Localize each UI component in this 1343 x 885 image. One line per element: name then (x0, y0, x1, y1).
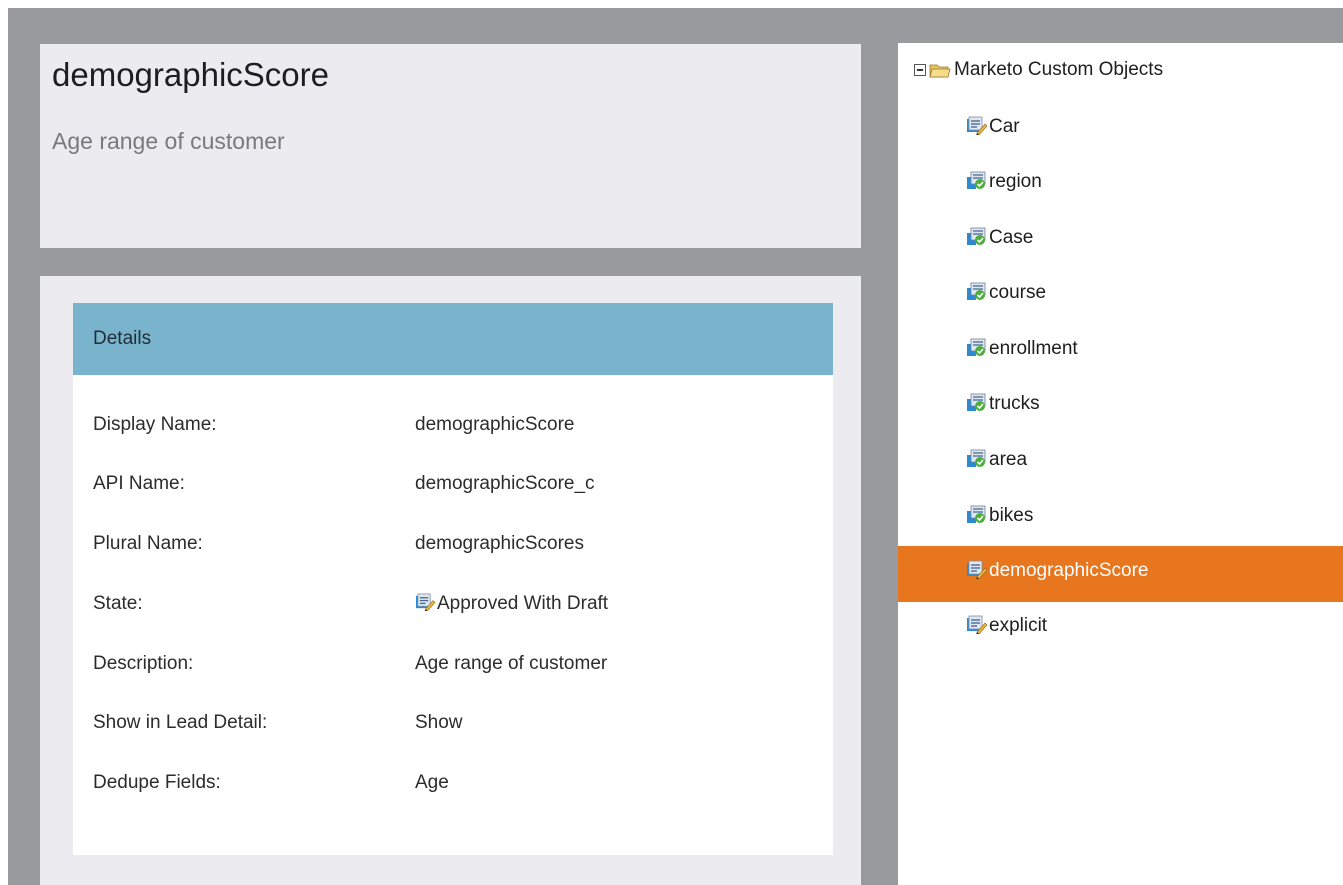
tree-item-label: bikes (989, 505, 1034, 526)
detail-value: Age range of customer (415, 653, 608, 674)
tree-root-marketo-custom-objects[interactable]: Marketo Custom Objects (914, 59, 1163, 89)
tree-item-label: course (989, 282, 1047, 303)
state-text: Approved With Draft (437, 593, 609, 614)
tree-item-label: Case (989, 227, 1034, 248)
approved-object-icon (966, 171, 987, 190)
draft-object-icon (415, 593, 435, 611)
custom-objects-tree: Marketo Custom Objects Car region Case c… (898, 43, 1343, 885)
tree-item-course[interactable]: course (898, 269, 1343, 325)
details-section-header: Details (73, 303, 833, 375)
tree-item-region[interactable]: region (898, 158, 1343, 214)
tree-item-label: area (989, 449, 1028, 470)
details-panel: Details Display Name: demographicScore A… (73, 303, 833, 855)
tree-item-case[interactable]: Case (898, 214, 1343, 270)
tree-item-label: Car (989, 116, 1020, 137)
detail-row-plural-name: Plural Name: demographicScores (73, 533, 833, 573)
page-subtitle: Age range of customer (52, 128, 285, 154)
approved-object-icon (966, 338, 987, 357)
detail-label: Display Name: (93, 414, 217, 435)
detail-label: Dedupe Fields: (93, 772, 221, 793)
detail-label: Show in Lead Detail: (93, 712, 268, 733)
approved-object-icon (966, 449, 987, 468)
tree-item-car[interactable]: Car (898, 103, 1343, 159)
detail-row-dedupe-fields: Dedupe Fields: Age (73, 772, 833, 812)
draft-object-icon (966, 560, 987, 579)
approved-object-icon (966, 227, 987, 246)
collapse-toggle-icon[interactable] (914, 64, 926, 76)
detail-label: State: (93, 593, 143, 614)
page-title: demographicScore (52, 56, 329, 93)
folder-icon (929, 64, 951, 78)
tree-item-label: explicit (989, 615, 1048, 636)
detail-label: Plural Name: (93, 533, 203, 554)
tree-root-label: Marketo Custom Objects (954, 59, 1164, 80)
approved-object-icon (966, 282, 987, 301)
right-frame-top-strip (898, 8, 1343, 43)
detail-value-state: Approved With Draft (415, 593, 608, 615)
tree-item-label: trucks (989, 393, 1040, 414)
tree-item-label: region (989, 171, 1042, 192)
detail-row-state: State: Approved With Draft (73, 593, 833, 633)
tree-item-label: demographicScore (989, 560, 1149, 581)
draft-object-icon (966, 615, 987, 634)
detail-value: demographicScore (415, 414, 575, 435)
tree-item-label: enrollment (989, 338, 1078, 359)
detail-value: Show (415, 712, 463, 733)
detail-label: Description: (93, 653, 194, 674)
detail-row-api-name: API Name: demographicScore_c (73, 473, 833, 513)
approved-object-icon (966, 505, 987, 524)
detail-row-display-name: Display Name: demographicScore (73, 414, 833, 454)
detail-value: Age (415, 772, 449, 793)
tree-item-explicit[interactable]: explicit (898, 602, 1343, 658)
detail-label: API Name: (93, 473, 185, 494)
detail-row-description: Description: Age range of customer (73, 653, 833, 693)
tree-item-demographicscore[interactable]: demographicScore (898, 546, 1343, 602)
details-section-title: Details (93, 328, 152, 349)
detail-value: demographicScores (415, 533, 584, 554)
tree-item-enrollment[interactable]: enrollment (898, 325, 1343, 381)
approved-object-icon (966, 393, 987, 412)
tree-item-area[interactable]: area (898, 436, 1343, 492)
tree-item-trucks[interactable]: trucks (898, 380, 1343, 436)
tree-item-bikes[interactable]: bikes (898, 492, 1343, 548)
detail-row-show-in-lead-detail: Show in Lead Detail: Show (73, 712, 833, 752)
draft-object-icon (966, 116, 987, 135)
detail-value: demographicScore_c (415, 473, 595, 494)
